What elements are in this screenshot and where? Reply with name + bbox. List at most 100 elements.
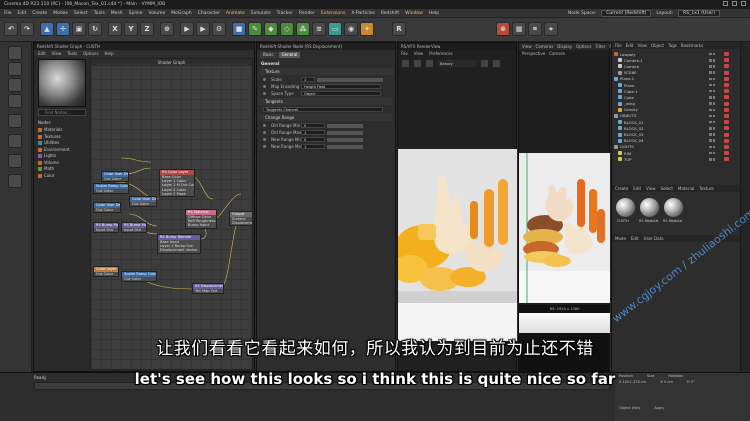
material-tag-icon[interactable] [724, 151, 729, 156]
am-menu-mode[interactable]: Mode [615, 235, 626, 242]
vp-perspective-label[interactable]: Perspective [522, 50, 545, 57]
sg-menu-view[interactable]: View [52, 50, 62, 57]
menu-select[interactable]: Select [74, 11, 88, 16]
menu-tools[interactable]: Tools [94, 11, 105, 16]
vp-menu-display[interactable]: Display [557, 43, 572, 50]
material-swatch[interactable] [664, 198, 683, 217]
menu-file[interactable]: File [4, 11, 12, 16]
keyframe-dot-icon[interactable] [263, 124, 266, 127]
node-port[interactable]: Layer 2 Mask [160, 192, 194, 196]
settings-icon[interactable] [492, 58, 501, 68]
node-search-input[interactable]: Find Nodes... [38, 109, 86, 116]
menu-redshift[interactable]: Redshift [381, 11, 399, 16]
axis-lock-icon[interactable]: ⌗ [528, 22, 542, 36]
apply-button[interactable]: Apply [654, 405, 664, 411]
y-axis-icon[interactable]: Y [124, 22, 138, 36]
mm-menu-texture[interactable]: Texture [699, 185, 714, 192]
visibility-flags-icon[interactable] [709, 145, 715, 149]
old-range-max-input[interactable]: 1 [301, 130, 325, 135]
visibility-flags-icon[interactable] [709, 108, 715, 112]
render-region-icon[interactable]: ▶ [196, 22, 210, 36]
menu-extensions[interactable]: Extensions [321, 11, 345, 16]
rv-menu-preferences[interactable]: Preferences [429, 50, 453, 57]
om-menu-view[interactable]: View [637, 42, 647, 49]
visibility-flags-icon[interactable] [709, 71, 715, 74]
old-range-min-input[interactable]: 0 [301, 123, 325, 128]
model-mode-icon[interactable] [8, 46, 22, 60]
node-color-user-data-3[interactable]: Color User Data Out Color [93, 202, 121, 214]
menu-window[interactable]: Window [405, 11, 423, 16]
material-tag-icon[interactable] [724, 58, 729, 63]
subdivision-icon[interactable]: ◆ [264, 22, 278, 36]
node-port[interactable]: Input Out [122, 228, 146, 232]
material-swatch[interactable] [640, 198, 659, 217]
workplane-icon[interactable]: ▦ [512, 22, 526, 36]
visibility-flags-icon[interactable] [709, 59, 715, 62]
node-port[interactable]: Layer 1 M Out Color [160, 183, 194, 187]
tab-basic[interactable]: Basic [260, 52, 277, 58]
material-tag-icon[interactable] [724, 64, 729, 69]
material-tag-icon[interactable] [724, 76, 729, 81]
mm-menu-edit[interactable]: Edit [633, 185, 641, 192]
node-port[interactable]: Out Color [94, 272, 118, 276]
node-scalar-ramp-2[interactable]: Scalar Ramp Color Out Color [121, 271, 157, 283]
menu-create[interactable]: Create [32, 11, 47, 16]
new-range-max-input[interactable]: 1 [301, 144, 325, 149]
cube-object-icon[interactable]: ■ [232, 22, 246, 36]
redo-icon[interactable]: ↷ [20, 22, 34, 36]
om-menu-file[interactable]: File [615, 42, 622, 49]
mm-menu-material[interactable]: Material [678, 185, 694, 192]
material-swatch[interactable] [616, 198, 635, 217]
floor-icon[interactable]: ▭ [328, 22, 342, 36]
layout-select[interactable]: RS_1x1 (User) [678, 9, 720, 17]
edges-mode-icon[interactable] [8, 78, 22, 92]
deformer-icon[interactable]: ≋ [312, 22, 326, 36]
menu-mesh[interactable]: Mesh [111, 11, 123, 16]
menu-modes[interactable]: Modes [53, 11, 68, 16]
material-tag-icon[interactable] [724, 101, 729, 106]
material-tag-icon[interactable] [724, 132, 729, 137]
sg-menu-options[interactable]: Options [83, 50, 98, 57]
menu-volume[interactable]: Volume [149, 11, 166, 16]
node-rs-bump-map-2[interactable]: RS Bump Map Input Out [121, 222, 147, 234]
vp-menu-filter[interactable]: Filter [595, 43, 605, 50]
visibility-flags-icon[interactable] [709, 102, 715, 105]
render-settings-icon[interactable]: ⚙ [212, 22, 226, 36]
om-menu-bookmarks[interactable]: Bookmarks [681, 42, 703, 49]
guide-icon[interactable]: ⌖ [544, 22, 558, 36]
keyframe-dot-icon[interactable] [263, 92, 266, 95]
old-range-min-slider[interactable] [327, 123, 363, 128]
scale-slider[interactable] [317, 77, 383, 82]
menu-tracker[interactable]: Tracker [277, 11, 293, 16]
tab-general[interactable]: General [278, 52, 301, 58]
coord-system-icon[interactable]: ⊕ [160, 22, 174, 36]
solo-mode-icon[interactable] [8, 154, 22, 168]
object-mode-select[interactable]: Object (Rel) [619, 405, 640, 411]
snapping-icon[interactable] [8, 174, 22, 188]
node-rs-material[interactable]: RS Material Diffuse Color Refl Roughness… [185, 209, 217, 229]
node-rs-color-layer[interactable]: RS Color Layer Base Color Layer 1 Color … [159, 169, 195, 197]
scale-input[interactable]: 1 [301, 77, 315, 82]
vp-menu-cameras[interactable]: Cameras [536, 43, 554, 50]
space-type-select[interactable]: Object [301, 91, 381, 96]
light-icon[interactable]: ✦ [360, 22, 374, 36]
mm-menu-view[interactable]: View [646, 185, 656, 192]
visibility-flags-icon[interactable] [709, 96, 715, 99]
node-port[interactable]: Displacement Vector [158, 248, 200, 252]
move-tool-icon[interactable]: ✛ [56, 22, 70, 36]
texture-mode-icon[interactable] [8, 114, 22, 128]
material-tag-icon[interactable] [724, 144, 729, 149]
aov-dropdown[interactable]: Beauty [437, 58, 477, 68]
material-tag-icon[interactable] [724, 120, 729, 125]
sg-menu-edit[interactable]: Edit [38, 50, 46, 57]
menu-xparticles[interactable]: X-Particles [351, 11, 374, 16]
node-output[interactable]: Output Surface Displacement [229, 211, 253, 227]
node-rs-displacement[interactable]: RS Displacement Tex Map Out [192, 283, 224, 295]
menu-render[interactable]: Render [299, 11, 315, 16]
om-menu-tags[interactable]: Tags [668, 42, 677, 49]
old-range-max-slider[interactable] [327, 130, 363, 135]
new-range-max-slider[interactable] [327, 144, 363, 149]
visibility-flags-icon[interactable] [709, 133, 715, 136]
sg-menu-help[interactable]: Help [105, 50, 114, 57]
material-tag-icon[interactable] [724, 113, 729, 118]
